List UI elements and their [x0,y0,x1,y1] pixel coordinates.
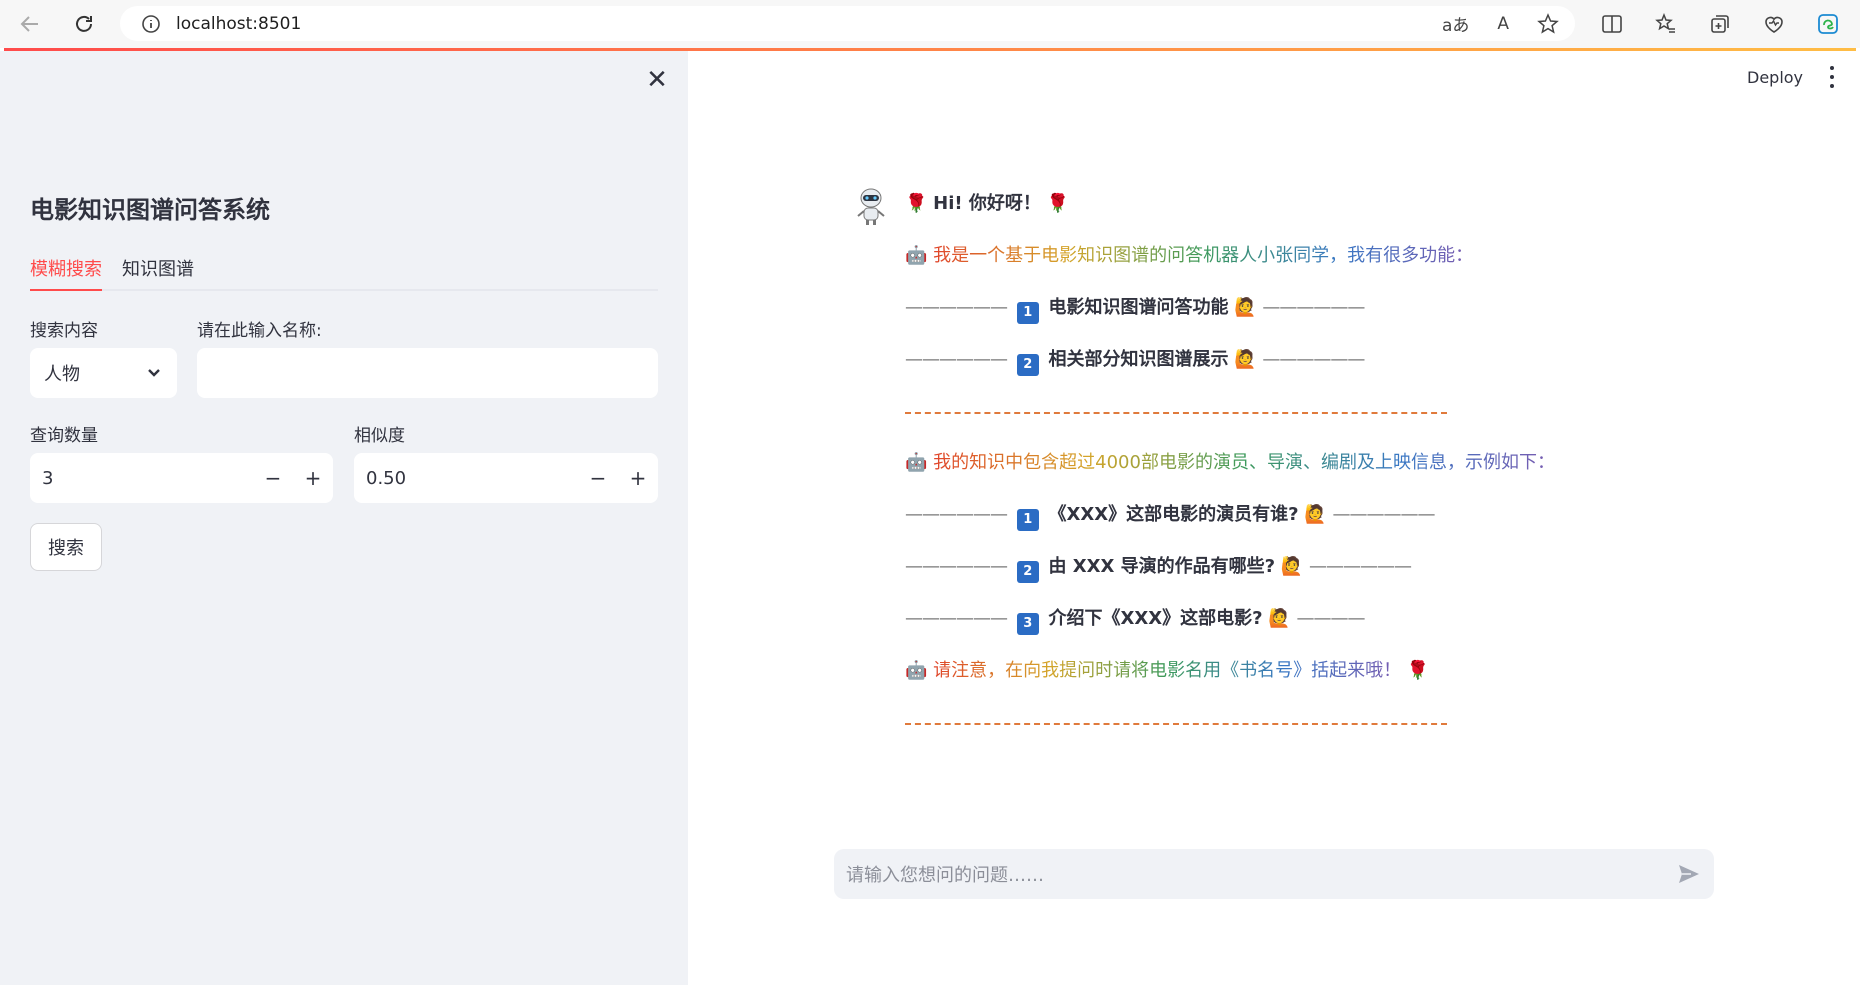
notice-text: 请注意，在向我提问时请将电影名用《书名号》括起来哦！ [933,660,1402,681]
example-line-2: —————— 2 由 XXX 导演的作品有哪些? 🙋 —————— [905,553,1625,583]
browser-toolbar: localhost:8501 aあ A [0,0,1860,48]
divider-line [905,723,1447,725]
search-content-label: 搜索内容 [30,321,98,341]
robot-avatar-icon [857,188,885,225]
name-input-label: 请在此输入名称: [197,321,322,341]
number-badge-2: 2 [1016,354,1039,376]
name-input[interactable] [197,348,658,398]
info-icon[interactable] [140,13,162,35]
url-text[interactable]: localhost:8501 [176,14,301,34]
robot-face-icon: 🤖 [905,452,928,473]
person-icon: 🙋 [1304,504,1327,525]
count-decrement-button[interactable]: − [253,453,293,503]
similarity-value[interactable]: 0.50 [354,468,578,489]
person-icon: 🙋 [1268,608,1291,629]
example-line-3: —————— 3 介绍下《XXX》这部电影? 🙋 ———— [905,605,1625,635]
chevron-down-icon [148,369,160,377]
example-text-2: 由 XXX 导演的作品有哪些? [1048,556,1276,577]
number-badge-1: 1 [1016,302,1039,324]
greeting-line: 🌹 Hi! 你好呀！ 🌹 [905,190,1625,218]
split-screen-icon[interactable] [1600,12,1624,36]
rose-icon: 🌹 [1406,660,1430,681]
browser-essentials-icon[interactable] [1762,12,1786,36]
sidebar: ✕ 电影知识图谱问答系统 模糊搜索 知识图谱 搜索内容 人物 请在此输入名称: … [0,51,688,985]
count-number-input[interactable]: 3 − + [30,453,333,503]
edge-copilot-icon[interactable] [1816,12,1840,36]
search-content-select[interactable]: 人物 [30,348,177,398]
person-icon: 🙋 [1280,556,1304,577]
similarity-increment-button[interactable]: + [618,453,658,503]
feature-text-1: 电影知识图谱问答功能 [1048,297,1229,318]
similarity-number-input[interactable]: 0.50 − + [354,453,658,503]
greeting-text: Hi! 你好呀！ [933,193,1041,214]
close-sidebar-icon[interactable]: ✕ [643,66,671,94]
favorites-icon[interactable] [1654,12,1678,36]
rose-icon: 🌹 [905,193,928,214]
address-bar[interactable]: localhost:8501 aあ A [120,6,1575,41]
intro-line: 🤖 我是一个基于电影知识图谱的问答机器人小张同学，我有很多功能： [905,242,1625,270]
count-value[interactable]: 3 [30,468,253,489]
send-icon[interactable] [1664,849,1714,899]
sidebar-title: 电影知识图谱问答系统 [30,196,270,224]
chat-input-box[interactable]: 请输入您想问的问题…… [834,849,1714,899]
count-label: 查询数量 [30,426,98,446]
search-button[interactable]: 搜索 [30,523,102,571]
person-icon: 🙋 [1234,349,1257,370]
example-text-3: 介绍下《XXX》这部电影? [1048,608,1263,629]
collections-icon[interactable] [1708,12,1732,36]
example-line-1: —————— 1 《XXX》这部电影的演员有谁? 🙋 —————— [905,501,1625,531]
translate-icon[interactable]: aあ [1442,11,1469,36]
number-badge-3: 3 [1016,613,1039,635]
person-icon: 🙋 [1234,297,1257,318]
sidebar-tabs: 模糊搜索 知识图谱 [30,253,658,291]
notice-line: 🤖 请注意，在向我提问时请将电影名用《书名号》括起来哦！ 🌹 [905,657,1625,685]
knowledge-line: 🤖 我的知识中包含超过4000部电影的演员、导演、编剧及上映信息，示例如下： [905,449,1625,477]
feature-line-2: —————— 2 相关部分知识图谱展示 🙋 —————— [905,346,1625,376]
tab-knowledge-graph[interactable]: 知识图谱 [122,253,194,291]
number-badge-2: 2 [1016,561,1039,583]
count-increment-button[interactable]: + [293,453,333,503]
refresh-icon[interactable] [72,12,96,36]
favorite-star-icon[interactable] [1537,12,1559,35]
main-menu-icon[interactable] [1828,66,1836,88]
robot-face-icon: 🤖 [905,245,928,266]
knowledge-text: 我的知识中包含超过4000部电影的演员、导演、编剧及上映信息，示例如下： [933,452,1555,473]
similarity-decrement-button[interactable]: − [578,453,618,503]
tab-fuzzy-search[interactable]: 模糊搜索 [30,253,102,291]
feature-text-2: 相关部分知识图谱展示 [1048,349,1229,370]
robot-face-icon: 🤖 [905,660,928,681]
search-content-value: 人物 [44,364,80,385]
chat-input-placeholder[interactable]: 请输入您想问的问题…… [834,861,1664,887]
intro-text: 我是一个基于电影知识图谱的问答机器人小张同学，我有很多功能： [933,245,1474,266]
similarity-label: 相似度 [354,426,405,446]
back-icon[interactable] [18,12,42,36]
divider-line [905,412,1447,414]
feature-line-1: —————— 1 电影知识图谱问答功能 🙋 —————— [905,294,1625,324]
number-badge-1: 1 [1016,509,1039,531]
read-aloud-icon[interactable]: A [1497,14,1509,34]
rose-icon: 🌹 [1046,193,1070,214]
deploy-button[interactable]: Deploy [1747,68,1803,87]
example-text-1: 《XXX》这部电影的演员有谁? [1048,504,1299,525]
